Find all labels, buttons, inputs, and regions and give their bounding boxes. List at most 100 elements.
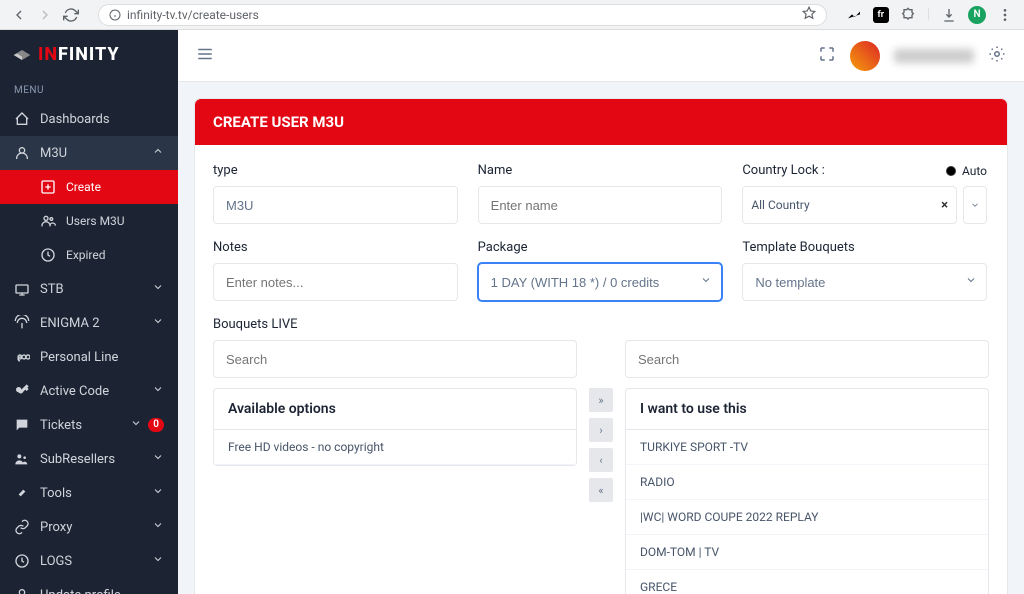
move-all-right-button[interactable]: » (589, 388, 613, 412)
clock-icon (40, 247, 56, 263)
tools-icon (14, 485, 30, 501)
chevron-down-icon (152, 383, 164, 399)
chevron-down-icon (152, 485, 164, 501)
menu-icon[interactable] (996, 6, 1014, 24)
topbar (178, 30, 1024, 82)
label-name: Name (478, 163, 723, 178)
site-info-icon (109, 9, 121, 21)
sidebar-item-subresellers[interactable]: SubResellers (0, 442, 178, 476)
selected-panel: I want to use this TURKIYE SPORT -TVRADI… (625, 388, 989, 594)
label-package: Package (478, 240, 723, 255)
tickets-badge: 0 (148, 418, 164, 432)
sidebar-item-enigma[interactable]: ENIGMA 2 (0, 306, 178, 340)
tv-icon (14, 281, 30, 297)
sidebar: INFINITY MENU Dashboards M3U Create User… (0, 30, 178, 594)
available-header: Available options (214, 389, 576, 430)
hamburger-icon[interactable] (196, 45, 214, 67)
sidebar-item-proxy[interactable]: Proxy (0, 510, 178, 544)
chat-icon (14, 417, 30, 433)
move-right-button[interactable]: › (589, 418, 613, 442)
users-icon (14, 451, 30, 467)
sidebar-item-active-code[interactable]: Active Code (0, 374, 178, 408)
reload-button[interactable] (62, 6, 80, 24)
plus-square-icon (40, 179, 56, 195)
key-icon (14, 383, 30, 399)
name-input[interactable] (478, 186, 723, 224)
move-left-button[interactable]: ‹ (589, 448, 613, 472)
sidebar-item-update-profile[interactable]: Update profile (0, 578, 178, 594)
list-item[interactable]: GRECE (626, 570, 988, 594)
chevron-down-icon (152, 315, 164, 331)
sidebar-item-stb[interactable]: STB (0, 272, 178, 306)
radio-dot-icon (946, 166, 956, 176)
menu-section-label: MENU (0, 79, 178, 102)
sidebar-item-tools[interactable]: Tools (0, 476, 178, 510)
package-select[interactable]: 1 DAY (WITH 18 *) / 0 credits (478, 263, 723, 301)
sidebar-item-users-m3u[interactable]: Users M3U (0, 204, 178, 238)
user-icon (14, 587, 30, 594)
star-icon[interactable] (802, 6, 816, 23)
list-item[interactable]: RADIO (626, 465, 988, 500)
selected-search[interactable] (625, 340, 989, 378)
chevron-down-icon (152, 451, 164, 467)
chevron-down-icon (152, 281, 164, 297)
download-icon[interactable] (940, 6, 958, 24)
auto-toggle[interactable]: Auto (946, 164, 987, 178)
label-type: type (213, 163, 458, 178)
chevron-down-icon (130, 417, 142, 433)
country-dropdown-toggle[interactable] (963, 186, 987, 224)
profile-avatar[interactable]: N (968, 6, 986, 24)
home-icon (14, 111, 30, 127)
country-select[interactable]: All Country × (742, 186, 957, 224)
list-item[interactable]: |WC| WORD COUPE 2022 REPLAY (626, 500, 988, 535)
user-icon (14, 145, 30, 161)
move-all-left-button[interactable]: « (589, 478, 613, 502)
label-country-lock: Country Lock : (742, 163, 825, 178)
template-select[interactable]: No template (742, 263, 987, 301)
label-template: Template Bouquets (742, 240, 987, 255)
chevron-down-icon (152, 519, 164, 535)
url-bar[interactable]: infinity-tv.tv/create-users (98, 4, 827, 26)
forward-button[interactable] (36, 6, 54, 24)
notes-input[interactable] (213, 263, 458, 301)
gear-icon[interactable] (988, 45, 1006, 67)
url-text: infinity-tv.tv/create-users (127, 8, 259, 22)
create-user-card: CREATE USER M3U type Name (194, 98, 1008, 594)
extension-icon-2[interactable]: fr (873, 7, 889, 23)
logo[interactable]: INFINITY (0, 30, 178, 79)
sidebar-item-dashboards[interactable]: Dashboards (0, 102, 178, 136)
type-input[interactable] (213, 186, 458, 224)
label-notes: Notes (213, 240, 458, 255)
sidebar-item-personal-line[interactable]: Personal Line (0, 340, 178, 374)
extension-icon-1[interactable] (845, 6, 863, 24)
extensions-icon[interactable] (899, 6, 917, 24)
list-item[interactable]: Free HD videos - no copyright (214, 430, 576, 465)
chevron-up-icon (152, 145, 164, 161)
label-bouquets-live: Bouquets LIVE (213, 317, 989, 332)
infinity-icon (14, 349, 30, 365)
browser-chrome: infinity-tv.tv/create-users fr | N (0, 0, 1024, 30)
clear-country-icon[interactable]: × (941, 198, 948, 213)
list-item[interactable]: TURKIYE SPORT -TV (626, 430, 988, 465)
users-icon (40, 213, 56, 229)
sidebar-item-create[interactable]: Create (0, 170, 178, 204)
available-panel: Available options Free HD videos - no co… (213, 388, 577, 466)
sidebar-item-m3u[interactable]: M3U (0, 136, 178, 170)
sidebar-item-logs[interactable]: LOGS (0, 544, 178, 578)
user-avatar[interactable] (850, 41, 880, 71)
back-button[interactable] (10, 6, 28, 24)
link-icon (14, 519, 30, 535)
sidebar-item-tickets[interactable]: Tickets 0 (0, 408, 178, 442)
clock-icon (14, 553, 30, 569)
available-search[interactable] (213, 340, 577, 378)
card-header: CREATE USER M3U (195, 99, 1007, 145)
signal-icon (14, 315, 30, 331)
user-name-blurred (894, 49, 974, 63)
logo-text: INFINITY (38, 44, 120, 65)
selected-header: I want to use this (626, 389, 988, 430)
list-item[interactable]: DOM-TOM | TV (626, 535, 988, 570)
sidebar-item-expired[interactable]: Expired (0, 238, 178, 272)
fullscreen-icon[interactable] (818, 45, 836, 67)
logo-icon (12, 45, 32, 65)
chevron-down-icon (152, 553, 164, 569)
